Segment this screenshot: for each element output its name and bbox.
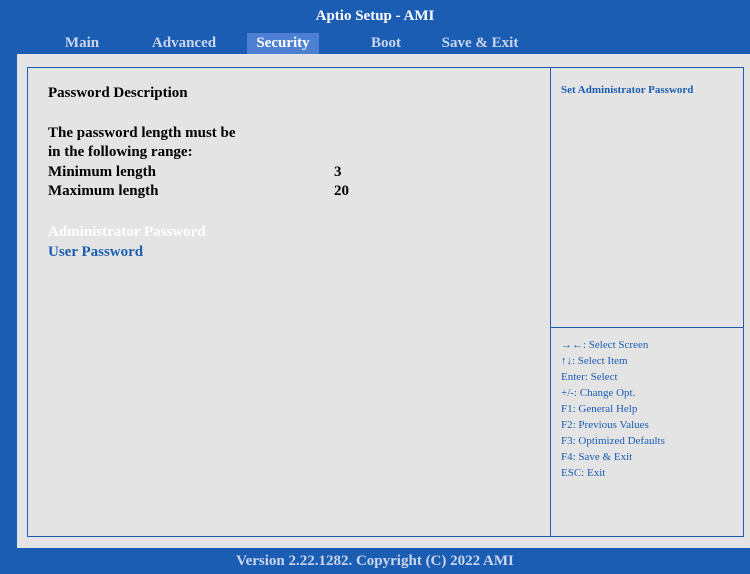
tab-save-exit[interactable]: Save & Exit: [430, 33, 530, 54]
maximum-length-label: Maximum length: [48, 183, 159, 199]
key-legend-item: F3: Optimized Defaults: [561, 435, 665, 447]
tab-main[interactable]: Main: [53, 33, 111, 54]
user-password-item[interactable]: User Password: [48, 243, 143, 261]
tab-advanced[interactable]: Advanced: [133, 33, 235, 54]
tab-bar: Main Advanced Security Boot Save & Exit: [17, 33, 750, 54]
window-title: Aptio Setup - AMI: [0, 0, 750, 33]
key-legend-item: F1: General Help: [561, 403, 638, 415]
help-divider: [550, 327, 744, 328]
password-description-heading: Password Description: [48, 85, 188, 101]
password-range-description-2: in the following range:: [48, 144, 193, 160]
key-legend-item: +/-: Change Opt.: [561, 387, 636, 399]
administrator-password-item[interactable]: Administrator Password: [48, 223, 206, 241]
key-legend: →←: Select Screen ↑↓: Select Item Enter:…: [561, 337, 665, 481]
tab-boot[interactable]: Boot: [356, 33, 416, 54]
key-legend-item: F4: Save & Exit: [561, 451, 633, 463]
key-legend-item: F2: Previous Values: [561, 419, 649, 431]
password-range-description: The password length must be: [48, 125, 236, 141]
maximum-length-value: 20: [334, 183, 349, 199]
version-footer: Version 2.22.1282. Copyright (C) 2022 AM…: [0, 548, 750, 574]
key-legend-item: ESC: Exit: [561, 467, 606, 479]
minimum-length-value: 3: [334, 164, 342, 180]
item-help-text: Set Administrator Password: [561, 84, 694, 96]
minimum-length-label: Minimum length: [48, 164, 156, 180]
tab-security[interactable]: Security: [247, 33, 319, 54]
key-legend-item: ↑↓: Select Item: [561, 355, 628, 367]
key-legend-item: Enter: Select: [561, 371, 618, 383]
key-legend-item: →←: Select Screen: [561, 339, 649, 351]
